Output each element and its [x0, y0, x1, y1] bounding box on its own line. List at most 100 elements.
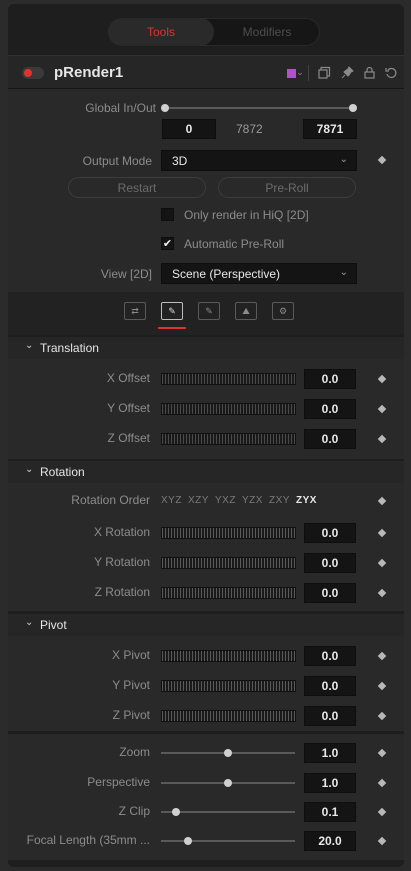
scene-settings-tab-icon[interactable]: ⚙: [272, 302, 294, 320]
keyframe-diamond-icon[interactable]: [377, 807, 387, 817]
checkmark-icon: ✔: [162, 238, 173, 250]
x-offset-field[interactable]: 0.0: [304, 369, 356, 389]
pivot-section-header[interactable]: ⌄ Pivot: [8, 614, 404, 636]
transform-tab-icon[interactable]: ✎: [161, 302, 183, 320]
x-rotation-thumbwheel[interactable]: [161, 527, 296, 539]
keyframe-diamond-icon[interactable]: [377, 374, 387, 384]
zoom-slider-handle[interactable]: [224, 749, 232, 757]
image-tab-icon[interactable]: ⛰: [235, 302, 257, 320]
zclip-slider-track[interactable]: [161, 811, 295, 813]
x-pivot-thumbwheel[interactable]: [161, 650, 296, 662]
view2d-dropdown[interactable]: Scene (Perspective) ⌄: [161, 263, 357, 284]
preroll-button[interactable]: Pre-Roll: [218, 177, 356, 198]
keyframe-diamond-icon[interactable]: [377, 558, 387, 568]
keyframe-diamond-icon[interactable]: [377, 778, 387, 788]
rotation-order-xyz[interactable]: XYZ: [161, 495, 182, 506]
keyframe-diamond-icon[interactable]: [377, 155, 387, 165]
keyframe-diamond-icon[interactable]: [377, 404, 387, 414]
y-rotation-label: Y Rotation: [94, 555, 150, 569]
y-rotation-thumbwheel[interactable]: [161, 557, 296, 569]
keyframe-diamond-icon[interactable]: [377, 434, 387, 444]
zclip-slider-handle[interactable]: [172, 808, 180, 816]
z-offset-field[interactable]: 0.0: [304, 429, 356, 449]
z-rotation-field[interactable]: 0.0: [304, 583, 356, 603]
view2d-label: View [2D]: [100, 267, 152, 281]
keyframe-diamond-icon[interactable]: [377, 748, 387, 758]
pivot-section: X Pivot 0.0 Y Pivot 0.0 Z Pivot 0.0: [8, 636, 404, 731]
keyframe-diamond-icon[interactable]: [377, 836, 387, 846]
camera-section: Zoom 1.0 Perspective 1.0 Z Clip 0.1 Foca…: [8, 734, 404, 860]
rotation-order-yxz[interactable]: YXZ: [215, 495, 236, 506]
x-offset-thumbwheel[interactable]: [161, 373, 296, 385]
keyframe-diamond-icon[interactable]: [377, 588, 387, 598]
settings-tab-icon[interactable]: ✎: [198, 302, 220, 320]
y-pivot-thumbwheel[interactable]: [161, 680, 296, 692]
global-in-handle[interactable]: [161, 104, 169, 112]
inspector-panel: Tools Modifiers pRender1 ⌄ Global In/Out…: [8, 4, 404, 867]
controls-tab-icon[interactable]: ⇄: [124, 302, 146, 320]
z-pivot-thumbwheel[interactable]: [161, 710, 296, 722]
focal-length-label: Focal Length (35mm ...: [26, 833, 150, 847]
focal-length-slider-track[interactable]: [161, 840, 295, 842]
rotation-section-header[interactable]: ⌄ Rotation: [8, 461, 404, 483]
y-offset-label: Y Offset: [107, 401, 150, 415]
output-mode-dropdown[interactable]: 3D ⌄: [161, 150, 357, 171]
auto-preroll-label: Automatic Pre-Roll: [184, 237, 285, 251]
color-dropdown-chevron-icon[interactable]: ⌄: [291, 63, 309, 81]
keyframe-diamond-icon[interactable]: [377, 528, 387, 538]
keyframe-diamond-icon[interactable]: [377, 496, 387, 506]
z-rotation-thumbwheel[interactable]: [161, 587, 296, 599]
y-offset-thumbwheel[interactable]: [161, 403, 296, 415]
keyframe-diamond-icon[interactable]: [377, 681, 387, 691]
focal-length-field[interactable]: 20.0: [304, 831, 356, 851]
tab-modifiers[interactable]: Modifiers: [214, 18, 320, 46]
x-pivot-label: X Pivot: [111, 648, 150, 662]
rotation-order-yzx[interactable]: YZX: [242, 495, 263, 506]
tab-tools[interactable]: Tools: [108, 18, 214, 46]
lock-icon[interactable]: [360, 63, 378, 81]
focal-length-slider-handle[interactable]: [184, 837, 192, 845]
reset-icon[interactable]: [382, 63, 400, 81]
pivot-title: Pivot: [40, 618, 67, 632]
global-out-handle[interactable]: [349, 104, 357, 112]
translation-section-header[interactable]: ⌄ Translation: [8, 337, 404, 359]
perspective-slider-handle[interactable]: [224, 779, 232, 787]
zclip-field[interactable]: 0.1: [304, 802, 356, 822]
z-rotation-label: Z Rotation: [94, 585, 150, 599]
global-in-field[interactable]: 0: [162, 119, 216, 139]
y-pivot-field[interactable]: 0.0: [304, 676, 356, 696]
only-hiq-label: Only render in HiQ [2D]: [184, 208, 309, 222]
zoom-field[interactable]: 1.0: [304, 743, 356, 763]
output-mode-value: 3D: [172, 153, 188, 168]
only-hiq-checkbox[interactable]: [161, 208, 174, 221]
restart-button[interactable]: Restart: [68, 177, 206, 198]
version-icon[interactable]: [315, 63, 333, 81]
node-enable-toggle[interactable]: [22, 67, 44, 79]
chevron-down-icon: ⌄: [25, 340, 34, 351]
active-tab-underline: [158, 327, 186, 329]
z-offset-thumbwheel[interactable]: [161, 433, 296, 445]
y-rotation-field[interactable]: 0.0: [304, 553, 356, 573]
y-pivot-label: Y Pivot: [112, 678, 150, 692]
pin-icon[interactable]: [338, 63, 356, 81]
x-rotation-field[interactable]: 0.0: [304, 523, 356, 543]
rotation-order-xzy[interactable]: XZY: [188, 495, 209, 506]
rotation-order-zxy[interactable]: ZXY: [269, 495, 290, 506]
y-offset-field[interactable]: 0.0: [304, 399, 356, 419]
inspector-tabs: Tools Modifiers: [108, 18, 320, 46]
global-inout-range-track[interactable]: [164, 107, 356, 109]
x-pivot-field[interactable]: 0.0: [304, 646, 356, 666]
translation-section: X Offset 0.0 Y Offset 0.0 Z Offset 0.0: [8, 359, 404, 459]
chevron-down-icon: ⌄: [339, 267, 348, 278]
keyframe-diamond-icon[interactable]: [377, 651, 387, 661]
perspective-label: Perspective: [87, 775, 150, 789]
keyframe-diamond-icon[interactable]: [377, 711, 387, 721]
rotation-order-zyx[interactable]: ZYX: [296, 495, 317, 506]
perspective-field[interactable]: 1.0: [304, 773, 356, 793]
rotation-section: Rotation Order XYZ XZY YXZ YZX ZXY ZYX X…: [8, 483, 404, 611]
x-offset-label: X Offset: [106, 371, 150, 385]
view2d-value: Scene (Perspective): [172, 266, 281, 281]
z-pivot-field[interactable]: 0.0: [304, 706, 356, 726]
global-out-field[interactable]: 7871: [303, 119, 357, 139]
auto-preroll-checkbox[interactable]: ✔: [161, 237, 174, 250]
